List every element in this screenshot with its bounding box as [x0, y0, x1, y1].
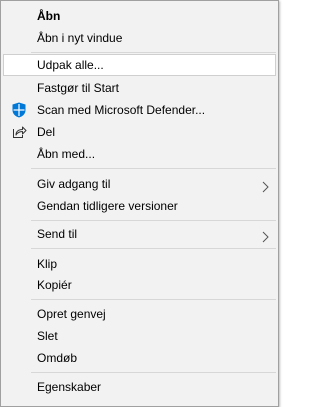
menu-item-open-new-window-label: Åbn i nyt vindue [37, 31, 123, 45]
menu-separator [31, 220, 276, 221]
menu-item-cut-label: Klip [37, 257, 58, 271]
menu-item-create-shortcut-label: Opret genvej [37, 307, 106, 321]
menu-item-create-shortcut[interactable]: Opret genvej [3, 303, 276, 325]
menu-item-properties-label: Egenskaber [37, 380, 102, 394]
menu-item-cut[interactable]: Klip [3, 253, 276, 275]
menu-separator [31, 248, 276, 249]
menu-item-open-with-label: Åbn med... [37, 147, 96, 161]
menu-item-pin-to-start[interactable]: Fastgør til Start [3, 77, 276, 99]
menu-item-restore-versions[interactable]: Gendan tidligere versioner [3, 195, 276, 217]
menu-item-rename-label: Omdøb [37, 351, 78, 365]
menu-separator [31, 52, 276, 53]
share-icon [11, 124, 27, 140]
menu-item-open-label: Åbn [37, 9, 61, 23]
menu-item-scan-defender-label: Scan med Microsoft Defender... [37, 103, 206, 117]
menu-separator [31, 372, 276, 373]
menu-item-open[interactable]: Åbn [3, 5, 276, 27]
menu-item-open-new-window[interactable]: Åbn i nyt vindue [3, 27, 276, 49]
menu-item-share[interactable]: Del [3, 121, 276, 143]
menu-item-give-access-label: Giv adgang til [37, 177, 111, 191]
defender-shield-icon [11, 102, 27, 118]
menu-item-extract-all-label: Udpak alle... [37, 58, 104, 72]
menu-item-restore-versions-label: Gendan tidligere versioner [37, 199, 178, 213]
chevron-right-icon [260, 228, 270, 243]
context-menu: Åbn Åbn i nyt vindue Udpak alle... Fastg… [0, 0, 279, 407]
menu-item-copy-label: Kopiér [37, 278, 72, 292]
menu-item-rename[interactable]: Omdøb [3, 347, 276, 369]
menu-item-open-with[interactable]: Åbn med... [3, 143, 276, 165]
menu-separator [31, 168, 276, 169]
menu-item-send-to[interactable]: Send til [3, 223, 276, 245]
menu-item-send-to-label: Send til [37, 227, 78, 241]
menu-item-give-access[interactable]: Giv adgang til [3, 173, 276, 195]
menu-item-scan-defender[interactable]: Scan med Microsoft Defender... [3, 99, 276, 121]
menu-item-share-label: Del [37, 125, 56, 139]
chevron-right-icon [260, 178, 270, 193]
menu-item-delete[interactable]: Slet [3, 325, 276, 347]
menu-item-properties[interactable]: Egenskaber [3, 376, 276, 398]
menu-item-delete-label: Slet [37, 329, 58, 343]
menu-item-pin-to-start-label: Fastgør til Start [37, 81, 120, 95]
menu-separator [31, 299, 276, 300]
menu-item-copy[interactable]: Kopiér [3, 274, 276, 296]
menu-item-extract-all[interactable]: Udpak alle... [3, 54, 276, 76]
